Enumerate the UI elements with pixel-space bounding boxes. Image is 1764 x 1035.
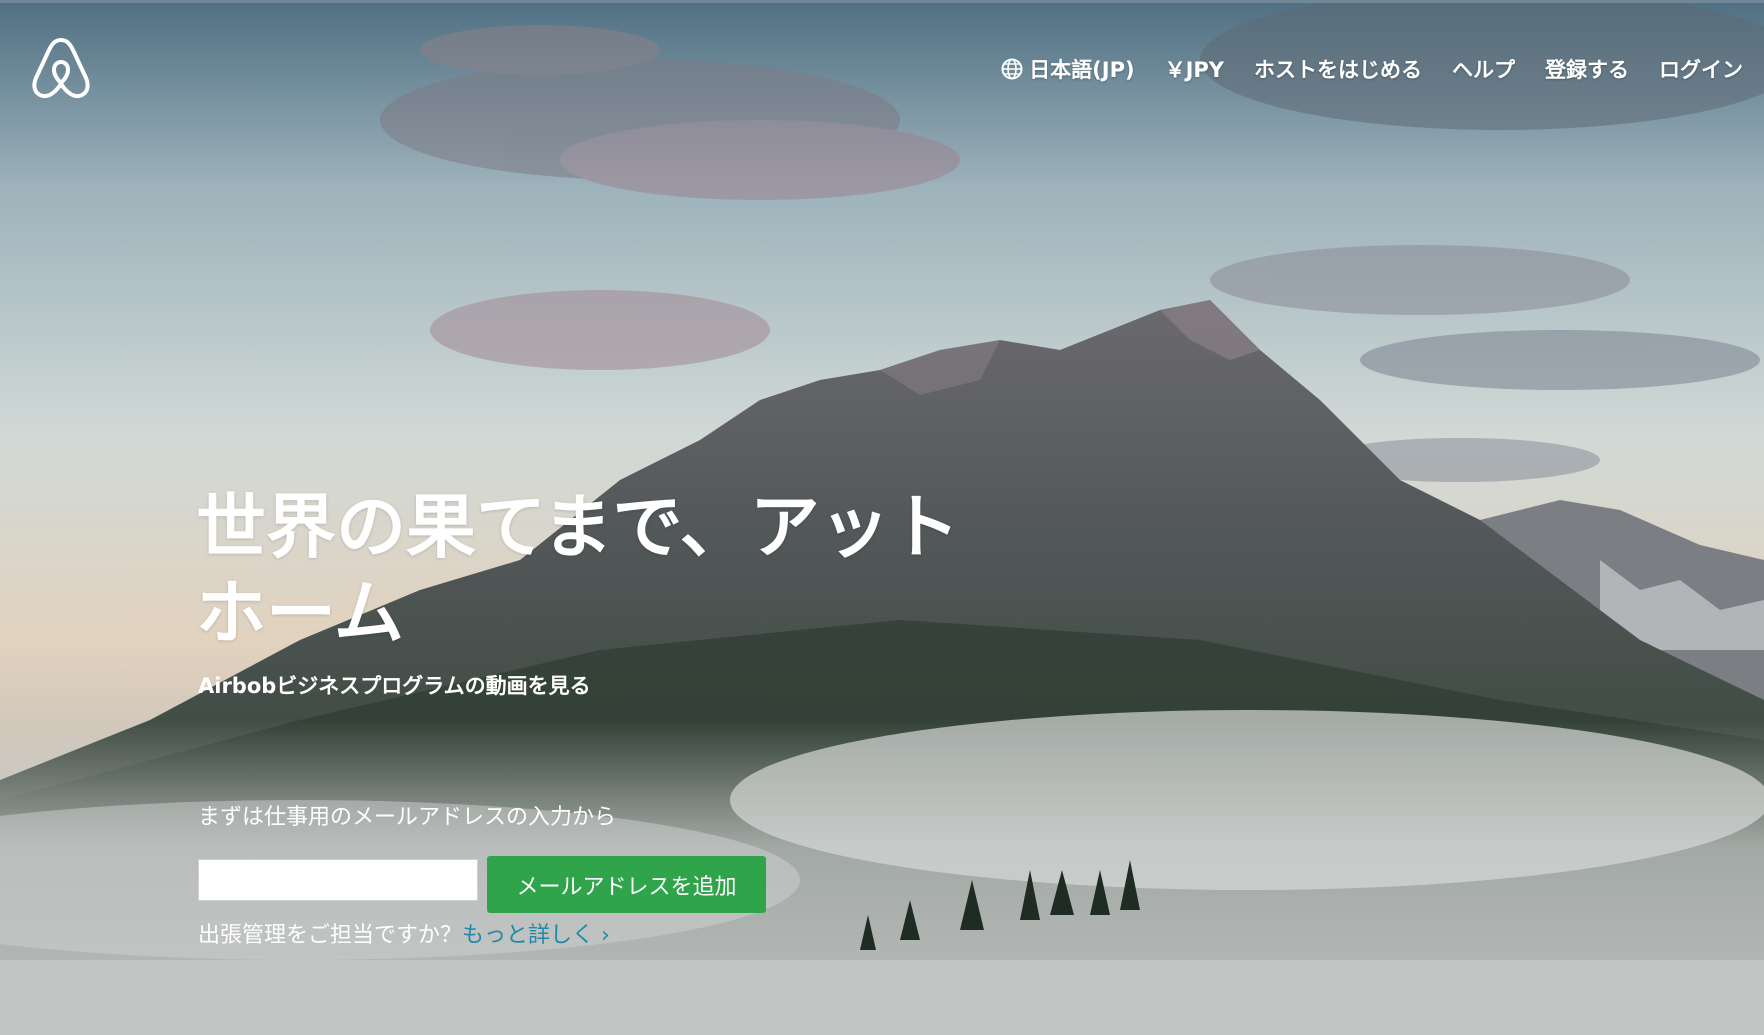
top-navigation: 日本語(JP) ￥JPY ホストをはじめる ヘルプ 登録する ログイン	[986, 54, 1758, 84]
globe-icon	[1001, 58, 1023, 80]
travel-manager-line: 出張管理をご担当ですか？もっと詳しく ›	[198, 917, 610, 949]
top-edge-line	[0, 0, 1764, 3]
language-label: 日本語(JP)	[1029, 58, 1135, 82]
add-email-button[interactable]: メールアドレスを追加	[487, 856, 766, 913]
signup-link[interactable]: 登録する	[1530, 54, 1644, 84]
language-selector[interactable]: 日本語(JP)	[986, 54, 1149, 84]
travel-manager-question: 出張管理をご担当ですか？	[198, 923, 463, 948]
headline-line-1: 世界の果てまで、アット	[196, 486, 960, 568]
learn-more-link[interactable]: もっと詳しく ›	[462, 923, 610, 948]
hero-section: 日本語(JP) ￥JPY ホストをはじめる ヘルプ 登録する ログイン 世界の果…	[0, 0, 1764, 1035]
login-link[interactable]: ログイン	[1644, 54, 1758, 84]
host-link[interactable]: ホストをはじめる	[1239, 54, 1437, 84]
business-video-link[interactable]: Airbobビジネスプログラムの動画を見る	[198, 670, 591, 700]
currency-selector[interactable]: ￥JPY	[1150, 54, 1239, 84]
help-link[interactable]: ヘルプ	[1437, 54, 1530, 84]
hero-headline: 世界の果てまで、アット ホーム	[196, 484, 1016, 656]
email-prompt: まずは仕事用のメールアドレスの入力から	[198, 805, 617, 830]
headline-line-2: ホーム	[196, 572, 404, 654]
airbnb-logo-icon[interactable]	[30, 34, 92, 102]
email-input[interactable]	[198, 859, 478, 901]
